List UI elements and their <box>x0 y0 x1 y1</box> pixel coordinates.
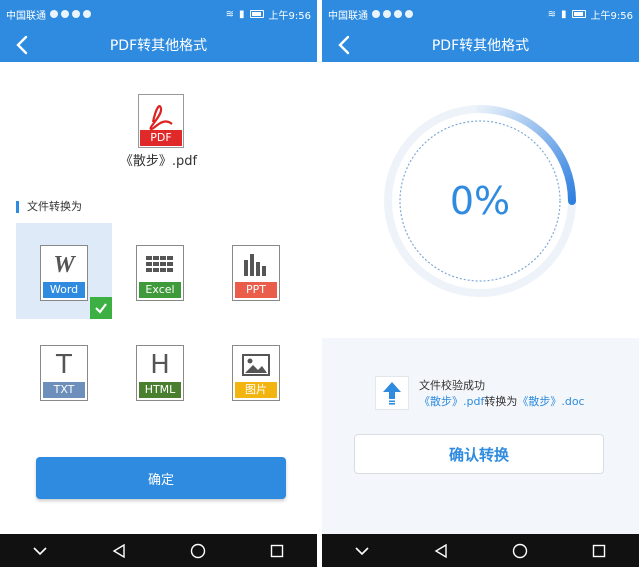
format-label-image: 图片 <box>235 382 277 398</box>
nav-back-icon[interactable] <box>426 541 456 561</box>
right-screen: 中国联通 ≋ ▮ 上午9:56 PDF转其他格式 0% 文件校验成功 《散步》.… <box>322 0 639 567</box>
format-option-html[interactable]: H HTML <box>112 323 208 419</box>
format-option-ppt[interactable]: PPT <box>208 223 304 319</box>
nav-home-icon[interactable] <box>183 541 213 561</box>
nav-down-icon[interactable] <box>25 541 55 561</box>
status-bar: 中国联通 ≋ ▮ 上午9:56 <box>322 0 639 28</box>
back-arrow-icon[interactable] <box>10 32 36 58</box>
left-screen: 中国联通 ≋ ▮ 上午9:56 PDF转其他格式 PDF 《散步》.pdf 文件… <box>0 0 317 567</box>
confirm-convert-button[interactable]: 确认转换 <box>354 434 604 474</box>
pdf-badge-label: PDF <box>150 131 172 144</box>
verify-target: 《散步》.doc <box>517 395 585 408</box>
source-file-name: 《散步》.pdf <box>119 154 198 169</box>
signal-icon: ▮ <box>561 8 567 20</box>
image-file-icon: 图片 <box>232 345 280 401</box>
nav-recents-icon[interactable] <box>262 541 292 561</box>
title-bar: PDF转其他格式 <box>322 28 639 62</box>
txt-file-icon: T TXT <box>40 345 88 401</box>
format-label-html: HTML <box>139 382 181 398</box>
nav-bar <box>0 534 317 567</box>
format-label-word: Word <box>43 282 85 298</box>
status-right: ≋ ▮ 上午9:56 <box>548 7 633 22</box>
word-file-icon: W Word <box>40 245 88 301</box>
verify-source: 《散步》.pdf <box>419 395 485 408</box>
wifi-icon: ≋ <box>547 8 557 20</box>
battery-icon <box>249 10 264 18</box>
carrier-label: 中国联通 <box>6 10 46 22</box>
checkmark-icon <box>90 297 112 319</box>
page-title: PDF转其他格式 <box>431 38 530 54</box>
verify-message: 文件校验成功 《散步》.pdf转换为《散步》.doc <box>375 376 635 416</box>
page-title: PDF转其他格式 <box>109 38 208 54</box>
clock: 上午9:56 <box>268 10 311 22</box>
wifi-icon: ≋ <box>225 8 235 20</box>
nav-bar <box>322 534 639 567</box>
format-option-excel[interactable]: Excel <box>112 223 208 319</box>
format-option-txt[interactable]: T TXT <box>16 323 112 419</box>
title-bar: PDF转其他格式 <box>0 28 317 62</box>
nav-recents-icon[interactable] <box>584 541 614 561</box>
notification-icons <box>50 10 91 18</box>
signal-icon: ▮ <box>239 8 245 20</box>
status-bar: 中国联通 ≋ ▮ 上午9:56 <box>0 0 317 28</box>
nav-down-icon[interactable] <box>347 541 377 561</box>
verify-mid: 转换为 <box>484 395 518 408</box>
verify-title: 文件校验成功 <box>419 379 485 392</box>
progress-percent: 0% <box>449 179 511 223</box>
nav-home-icon[interactable] <box>505 541 535 561</box>
confirm-button[interactable]: 确定 <box>36 457 286 499</box>
verify-detail: 《散步》.pdf转换为《散步》.doc <box>419 393 585 409</box>
progress-ring: 0% <box>380 101 580 301</box>
html-file-icon: H HTML <box>136 345 184 401</box>
upload-arrow-icon <box>375 376 409 410</box>
format-label-ppt: PPT <box>235 282 277 298</box>
nav-back-icon[interactable] <box>104 541 134 561</box>
carrier-label: 中国联通 <box>328 10 368 22</box>
format-option-word[interactable]: W Word <box>16 223 112 319</box>
format-option-image[interactable]: 图片 <box>208 323 304 419</box>
notification-icons <box>372 10 413 18</box>
section-label: 文件转换为 <box>16 201 82 213</box>
clock: 上午9:56 <box>590 10 633 22</box>
battery-icon <box>571 10 586 18</box>
back-arrow-icon[interactable] <box>332 32 358 58</box>
format-label-txt: TXT <box>43 382 85 398</box>
excel-file-icon: Excel <box>136 245 184 301</box>
ppt-file-icon: PPT <box>232 245 280 301</box>
status-right: ≋ ▮ 上午9:56 <box>226 7 311 22</box>
format-label-excel: Excel <box>139 282 181 298</box>
